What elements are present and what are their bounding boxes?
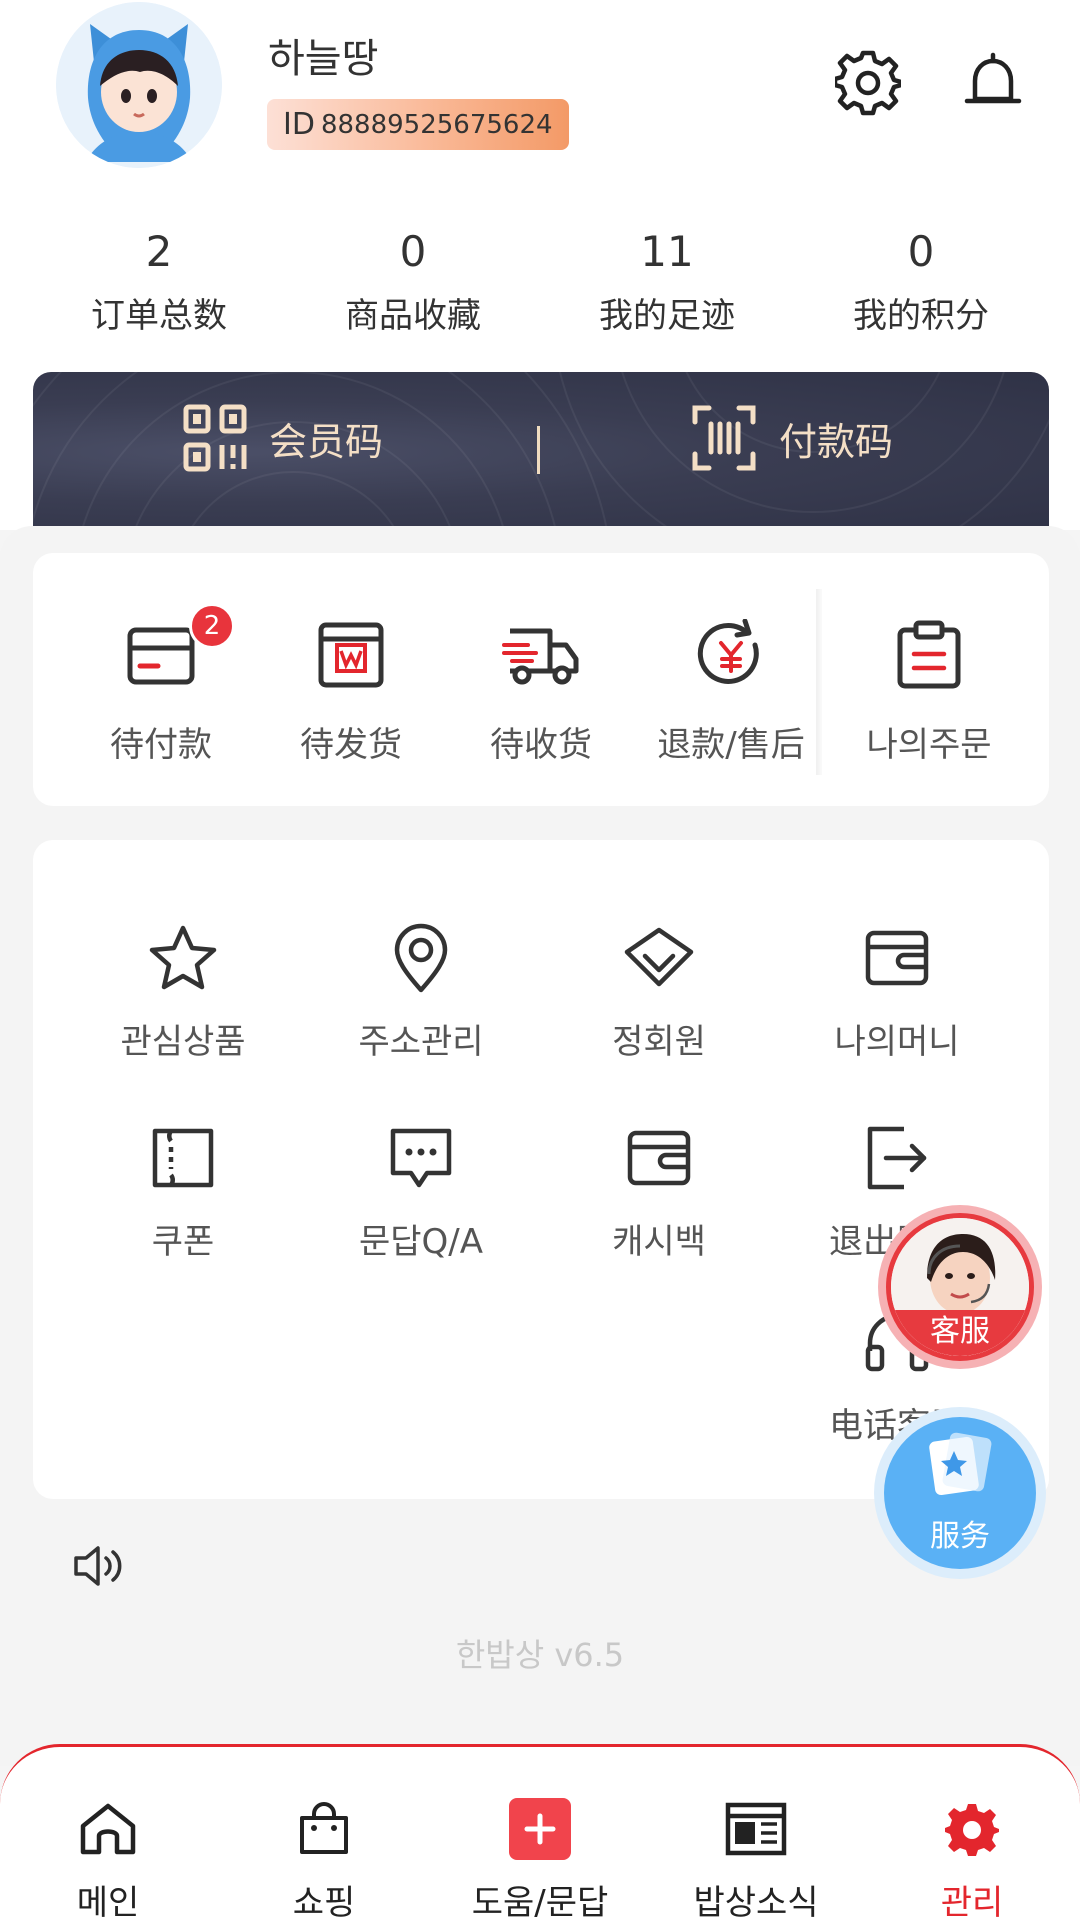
id-value: 88889525675624 [320,109,553,140]
clipboard-icon [839,615,1019,695]
gear-icon[interactable] [833,48,903,118]
speaker-icon[interactable] [72,1544,124,1592]
card-icon: 2 [71,603,251,695]
service-card-icon [929,1432,992,1496]
coupon-icon [83,1120,283,1196]
location-icon [321,920,521,996]
code-banner: 会员码 付款码 [33,372,1049,532]
avatar[interactable] [56,2,222,168]
stat-value: 11 [640,227,694,276]
service-float-button[interactable]: 服务 [884,1417,1036,1569]
customer-service-label: 客服 [891,1310,1029,1356]
stat-value: 0 [907,227,935,276]
truck-icon [451,615,631,695]
tool-coupon[interactable]: 쿠폰 [83,1120,283,1263]
nav-help-qna[interactable]: 도움/문답 [450,1797,630,1920]
tool-label: 쿠폰 [151,1222,215,1262]
logout-icon [797,1120,997,1196]
order-label: 待收货 [490,725,592,765]
customer-service-float-button[interactable]: 客服 [878,1205,1042,1369]
nav-label: 관리 [940,1883,1004,1920]
tool-label: 주소관리 [358,1022,484,1062]
star-icon [83,920,283,996]
stat-points[interactable]: 0 我的积分 [794,224,1048,337]
nav-news[interactable]: 밥상소식 [666,1797,846,1920]
stat-favorites[interactable]: 0 商品收藏 [286,224,540,337]
payment-code-label: 付款码 [779,419,894,464]
stat-label: 我的足迹 [599,296,735,336]
wallet-icon [559,1120,759,1196]
tool-membership[interactable]: 정회원 [559,920,759,1063]
order-pending-receipt[interactable]: 待收货 [451,615,631,766]
refund-icon [641,615,821,695]
tool-qna[interactable]: 문답Q/A [321,1120,521,1263]
nav-manage[interactable]: 관리 [882,1797,1062,1920]
gear-icon [882,1797,1062,1861]
order-label: 待发货 [300,725,402,765]
diamond-icon [559,920,759,996]
news-icon [666,1797,846,1861]
qr-code-icon [183,404,247,472]
tool-label: 정회원 [612,1022,706,1062]
order-pending-shipment[interactable]: 待发货 [261,615,441,766]
nav-label: 도움/문답 [471,1883,609,1920]
order-refund-aftersale[interactable]: 退款/售后 [641,615,821,766]
stat-order-total[interactable]: 2 订单总数 [32,224,286,337]
stat-value: 0 [399,227,427,276]
bottom-nav: 메인 쇼핑 도움/문답 밥상소식 관리 [0,1744,1080,1920]
stats-row: 2 订单总数 0 商品收藏 11 我的足迹 0 我的积分 [0,224,1080,337]
tool-label: 관심상품 [120,1022,246,1062]
bell-icon[interactable] [958,48,1028,118]
divider [537,426,540,474]
tool-favorites[interactable]: 관심상품 [83,920,283,1063]
tool-label: 캐시백 [612,1222,706,1262]
stat-label: 商品收藏 [345,296,481,336]
username: 하늘땅 [268,36,379,82]
plus-icon [450,1797,630,1861]
nav-shopping[interactable]: 쇼핑 [234,1797,414,1920]
nav-label: 밥상소식 [693,1883,819,1920]
order-label: 退款/售后 [657,725,805,765]
order-count-badge: 2 [189,603,235,649]
home-icon [18,1797,198,1861]
wallet-icon [797,920,997,996]
tool-my-money[interactable]: 나의머니 [797,920,997,1063]
barcode-icon [692,405,756,471]
package-icon [261,615,441,695]
tools-card: 관심상품 주소관리 정회원 나의머니 쿠폰 문답Q/A 캐시백 电话客服 [33,840,1049,1499]
stat-label: 订单总数 [91,296,227,336]
stat-footprints[interactable]: 11 我的足迹 [540,224,794,337]
divider [816,589,822,775]
order-label: 待付款 [110,725,212,765]
stat-value: 2 [145,227,173,276]
nav-label: 메인 [76,1883,140,1920]
service-label: 服务 [930,1519,990,1554]
stat-label: 我的积分 [853,296,989,336]
tool-label: 문답Q/A [358,1222,484,1262]
payment-code-button[interactable]: 付款码 [691,404,893,472]
member-code-button[interactable]: 会员码 [183,404,383,472]
my-orders-label: 나의주문 [866,725,992,765]
app-version: 한밥상 v6.5 [455,1636,625,1674]
nav-label: 쇼핑 [292,1883,356,1920]
order-pending-payment[interactable]: 2 待付款 [71,603,251,766]
nav-main[interactable]: 메인 [18,1797,198,1920]
orders-card: 2 待付款 待发货 待收货 退款/售后 나의주문 [33,553,1049,806]
my-orders-button[interactable]: 나의주문 [839,615,1019,766]
shopping-bag-icon [234,1797,414,1861]
user-id-badge: ID 88889525675624 [267,99,569,150]
chat-icon [321,1120,521,1196]
tool-cashback[interactable]: 캐시백 [559,1120,759,1263]
member-code-label: 会员码 [269,419,384,464]
tool-label: 나의머니 [834,1022,960,1062]
id-label: ID [283,107,315,142]
tool-address[interactable]: 주소관리 [321,920,521,1063]
